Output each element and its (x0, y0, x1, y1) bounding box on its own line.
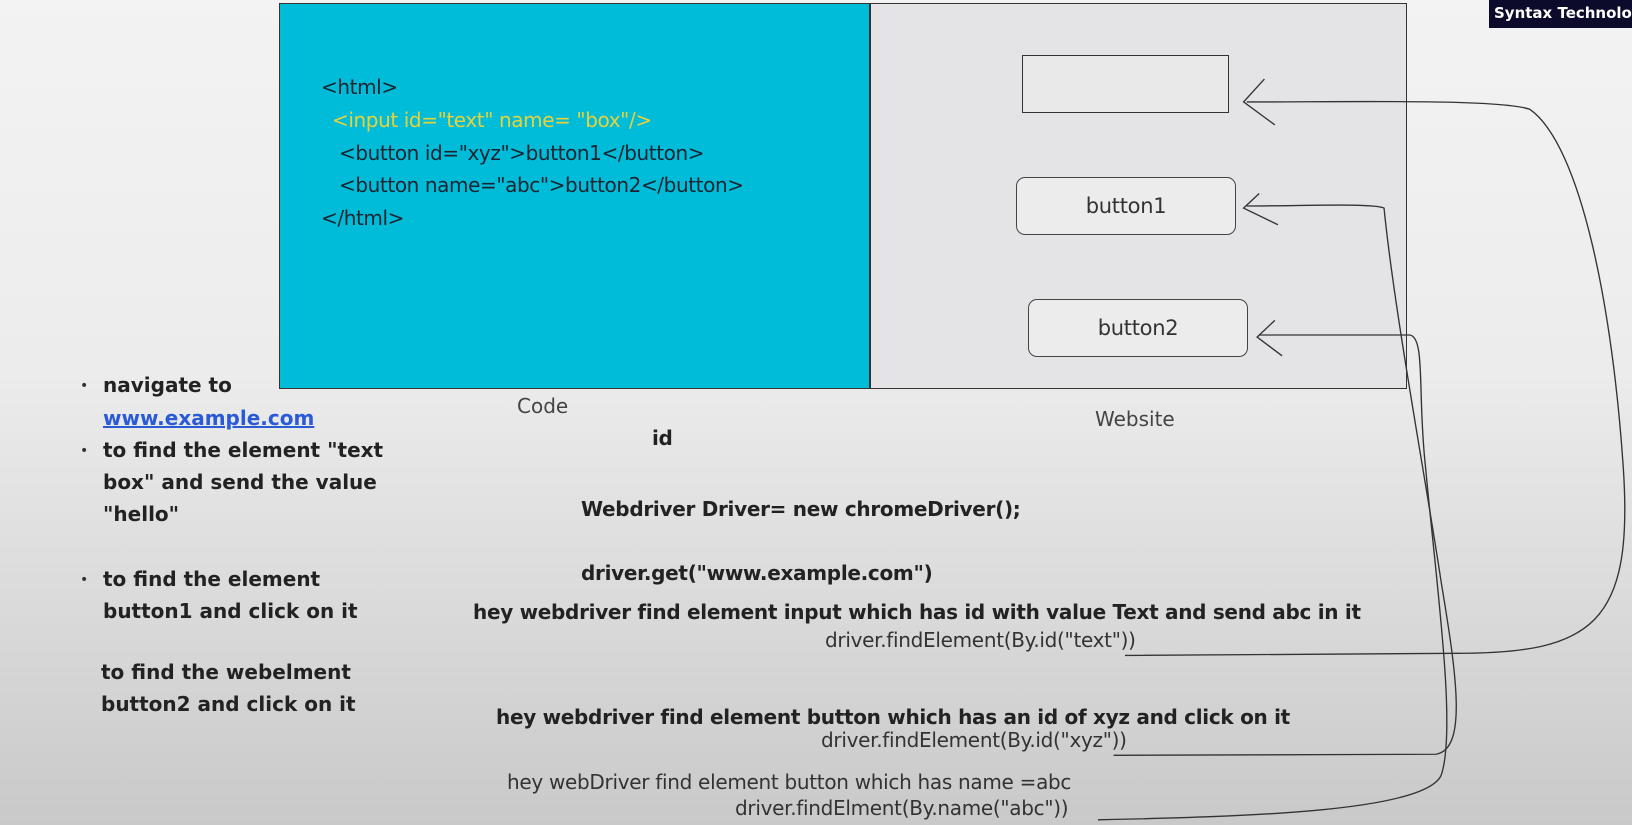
code-line: <html> (321, 75, 398, 99)
find-by-id-text-code: driver.findElement(By.id("text")) (825, 628, 1136, 652)
bullet-find-button1: to find the element (103, 567, 321, 591)
bullet-find-button1: button1 and click on it (103, 599, 358, 623)
driver-get-code: driver.get("www.example.com") (581, 561, 933, 585)
button2-mock: button2 (1028, 299, 1248, 357)
code-label: Code (517, 394, 569, 418)
bullet-navigate: navigate to (103, 373, 232, 397)
website-label: Website (1095, 407, 1175, 431)
bullet-find-button2: button2 and click on it (101, 692, 356, 716)
text-box-mock (1022, 55, 1229, 113)
locator-label: id (652, 426, 673, 450)
example-link[interactable]: www.example.com (103, 406, 314, 430)
explanation-3: hey webDriver find element button which … (507, 770, 1072, 794)
channel-watermark: Syntax Technologi (1489, 0, 1632, 28)
bullet-dot: • (80, 378, 89, 394)
bullet-find-textbox: box" and send the value (103, 470, 377, 494)
code-line: </html> (321, 206, 405, 230)
explanation-2: hey webdriver find element button which … (496, 705, 1290, 729)
button1-mock: button1 (1016, 177, 1236, 235)
bullet-find-button2: to find the webelment (101, 660, 351, 684)
bullet-dot: • (80, 572, 89, 588)
bullet-find-textbox: to find the element "text (103, 438, 384, 462)
find-by-id-xyz-code: driver.findElement(By.id("xyz")) (821, 728, 1127, 752)
find-by-name-abc-code: driver.findElment(By.name("abc")) (735, 796, 1069, 820)
code-line: <button id="xyz">button1</button> (339, 141, 705, 165)
code-line-highlighted: <input id="text" name= "box"/> (332, 108, 652, 132)
driver-init-code: Webdriver Driver= new chromeDriver(); (581, 497, 1021, 521)
bullet-dot: • (80, 443, 89, 459)
explanation-1: hey webdriver find element input which h… (473, 600, 1361, 624)
code-line: <button name="abc">button2</button> (339, 173, 744, 197)
bullet-find-textbox: "hello" (103, 502, 180, 526)
